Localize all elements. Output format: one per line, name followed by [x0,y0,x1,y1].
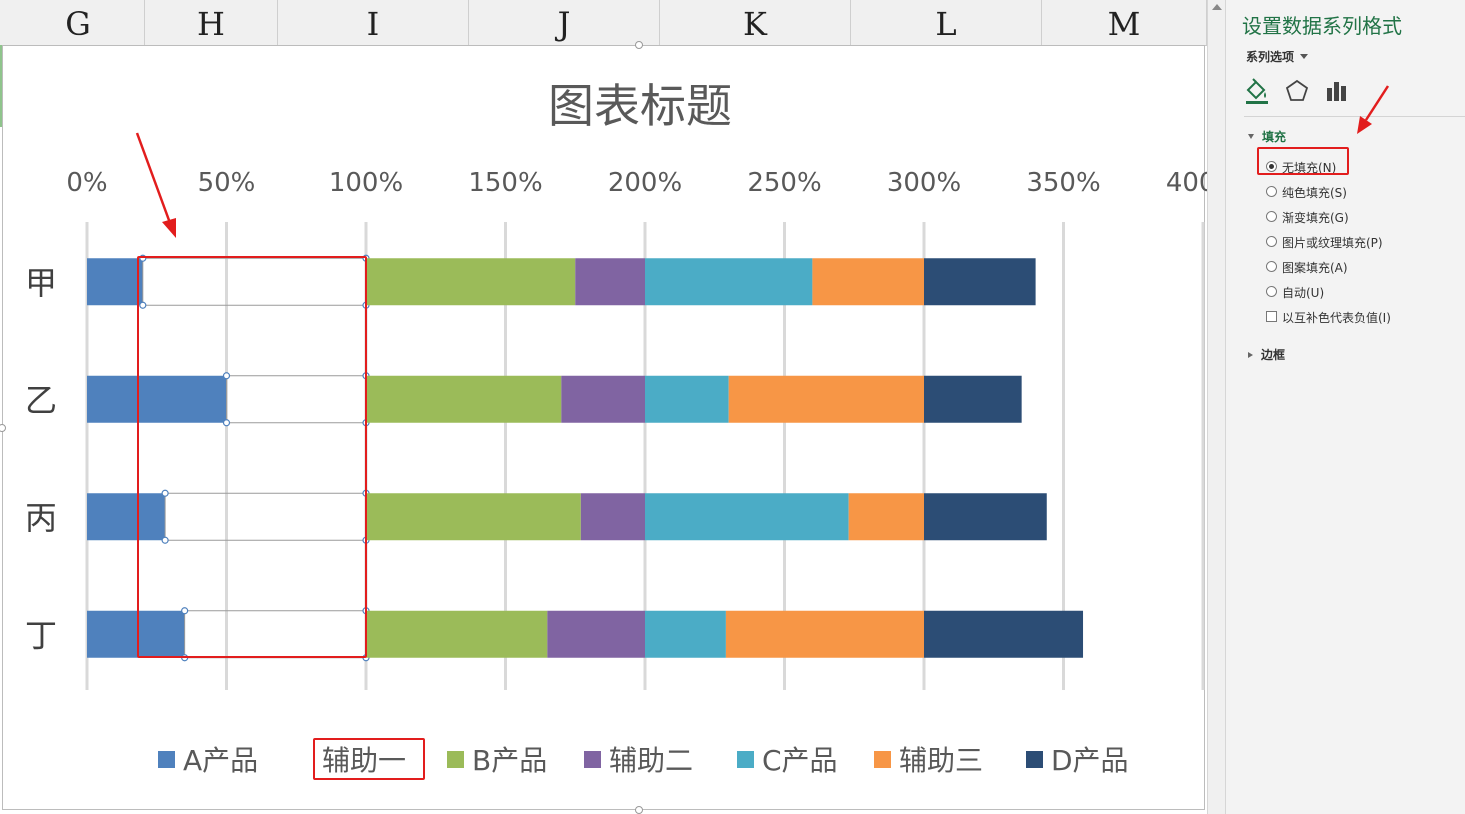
x-tick-label: 200% [608,168,682,198]
highlight-box-chart-series [137,256,367,658]
fill-option-label: 纯色填充(S) [1282,186,1347,200]
fill-option-radio[interactable] [1266,186,1277,197]
expand-triangle-icon [1248,352,1253,358]
x-tick-label: 250% [747,168,821,198]
bar-segment-D产品[interactable] [924,610,1084,658]
format-data-series-panel: 设置数据系列格式 系列选项 填充 无填充(N) 纯色填充(S) 渐变填充(G) 图片或… [1225,0,1465,814]
bar-segment-C产品[interactable] [645,610,726,658]
x-tick-label: 350% [1026,168,1100,198]
bar-segment-D产品[interactable] [924,375,1022,423]
series-options-icon[interactable] [1324,78,1350,104]
fill-option-label: 渐变填充(G) [1282,211,1349,225]
category-label: 丁 [25,616,57,654]
chevron-down-icon [1300,54,1309,59]
bar-segment-B产品[interactable] [366,493,581,541]
bar-segment-C产品[interactable] [645,493,849,541]
legend-label[interactable]: B产品 [472,744,547,777]
bar-segment-D产品[interactable] [924,258,1036,306]
legend-label[interactable]: A产品 [183,744,258,777]
x-tick-label: 100% [329,168,403,198]
fill-option-radio[interactable] [1266,236,1277,247]
x-tick-label: 400% [1166,168,1207,198]
bar-segment-辅助三[interactable] [848,493,924,541]
highlight-box-no-fill [1257,147,1349,175]
legend-label[interactable]: 辅助二 [609,744,693,777]
border-section-header[interactable]: 边框 [1248,346,1285,363]
bar-segment-辅助二[interactable] [575,258,645,306]
bar-segment-辅助二[interactable] [561,375,645,423]
bar-segment-B产品[interactable] [366,375,562,423]
x-tick-label: 0% [66,168,107,198]
bar-segment-辅助二[interactable] [580,493,645,541]
x-tick-label: 300% [887,168,961,198]
fill-section-label: 填充 [1262,130,1287,144]
chart-resize-handle-top[interactable] [635,41,643,49]
bar-segment-B产品[interactable] [366,610,548,658]
fill-option-label: 自动(U) [1282,286,1325,300]
fill-option-radio[interactable] [1266,261,1277,272]
bar-segment-C产品[interactable] [645,258,813,306]
category-label: 丙 [25,499,57,537]
series-options-label: 系列选项 [1246,50,1295,64]
effects-icon[interactable] [1284,78,1310,104]
panel-tabs [1244,78,1354,106]
legend-swatch [874,751,891,768]
series-options-dropdown[interactable]: 系列选项 [1246,48,1309,65]
chart-resize-handle-bottom[interactable] [635,806,643,814]
legend-swatch [584,751,601,768]
legend-swatch [737,751,754,768]
legend-swatch [158,751,175,768]
scroll-up-arrow-icon[interactable] [1212,4,1222,10]
bar-segment-辅助三[interactable] [812,258,924,306]
bar-segment-辅助三[interactable] [728,375,924,423]
invert-negative-checkbox[interactable] [1266,311,1277,322]
legend-swatch [1026,751,1043,768]
fill-option-label: 图案填充(A) [1282,261,1348,275]
legend-label[interactable]: D产品 [1051,744,1129,777]
collapse-triangle-icon [1248,134,1254,139]
bar-segment-辅助二[interactable] [547,610,645,658]
legend-swatch [447,751,464,768]
fill-section-header[interactable]: 填充 [1248,128,1286,145]
x-tick-label: 50% [198,168,256,198]
bar-segment-A产品[interactable] [87,258,143,306]
tab-divider [1244,116,1465,117]
legend-label[interactable]: 辅助三 [899,744,983,777]
fill-option-radio[interactable] [1266,211,1277,222]
highlight-box-legend [313,738,425,780]
bar-segment-D产品[interactable] [924,493,1047,541]
vertical-scrollbar[interactable] [1207,0,1225,814]
legend-label[interactable]: C产品 [762,744,838,777]
bar-segment-辅助三[interactable] [725,610,924,658]
fill-option-label: 图片或纹理填充(P) [1282,236,1383,250]
chart-title[interactable]: 图表标题 [548,79,732,133]
border-section-label: 边框 [1261,348,1286,362]
x-tick-label: 150% [468,168,542,198]
bar-segment-C产品[interactable] [645,375,729,423]
fill-option-radio[interactable] [1266,286,1277,297]
invert-negative-label: 以互补色代表负值(I) [1282,311,1391,325]
bar-segment-B产品[interactable] [366,258,576,306]
category-label: 乙 [25,381,57,419]
fill-line-icon[interactable] [1244,78,1270,104]
panel-title: 设置数据系列格式 [1242,14,1402,38]
category-label: 甲 [25,264,57,302]
